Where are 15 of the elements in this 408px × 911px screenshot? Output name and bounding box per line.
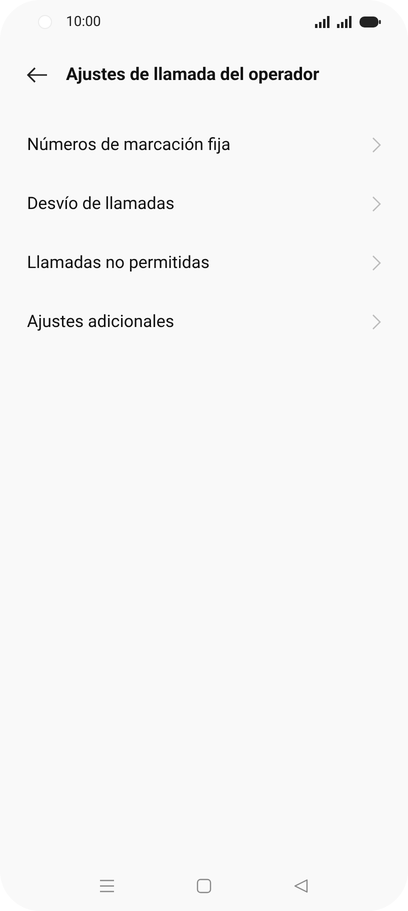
clock-time: 10:00	[66, 14, 101, 30]
back-triangle-icon[interactable]	[293, 878, 309, 894]
settings-item[interactable]: Llamadas no permitidas	[0, 233, 408, 292]
home-square-icon[interactable]	[196, 878, 212, 894]
page-title: Ajustes de llamada del operador	[66, 65, 320, 85]
back-arrow-icon[interactable]	[26, 67, 48, 83]
chevron-right-icon	[372, 314, 381, 330]
chevron-right-icon	[372, 254, 381, 270]
menu-icon[interactable]	[99, 879, 115, 893]
settings-item[interactable]: Ajustes adicionales	[0, 292, 408, 351]
chevron-right-icon	[372, 136, 381, 152]
settings-item[interactable]: Números de marcación fija	[0, 115, 408, 174]
settings-item[interactable]: Desvío de llamadas	[0, 174, 408, 233]
chevron-right-icon	[372, 196, 381, 212]
battery-icon	[359, 16, 381, 28]
